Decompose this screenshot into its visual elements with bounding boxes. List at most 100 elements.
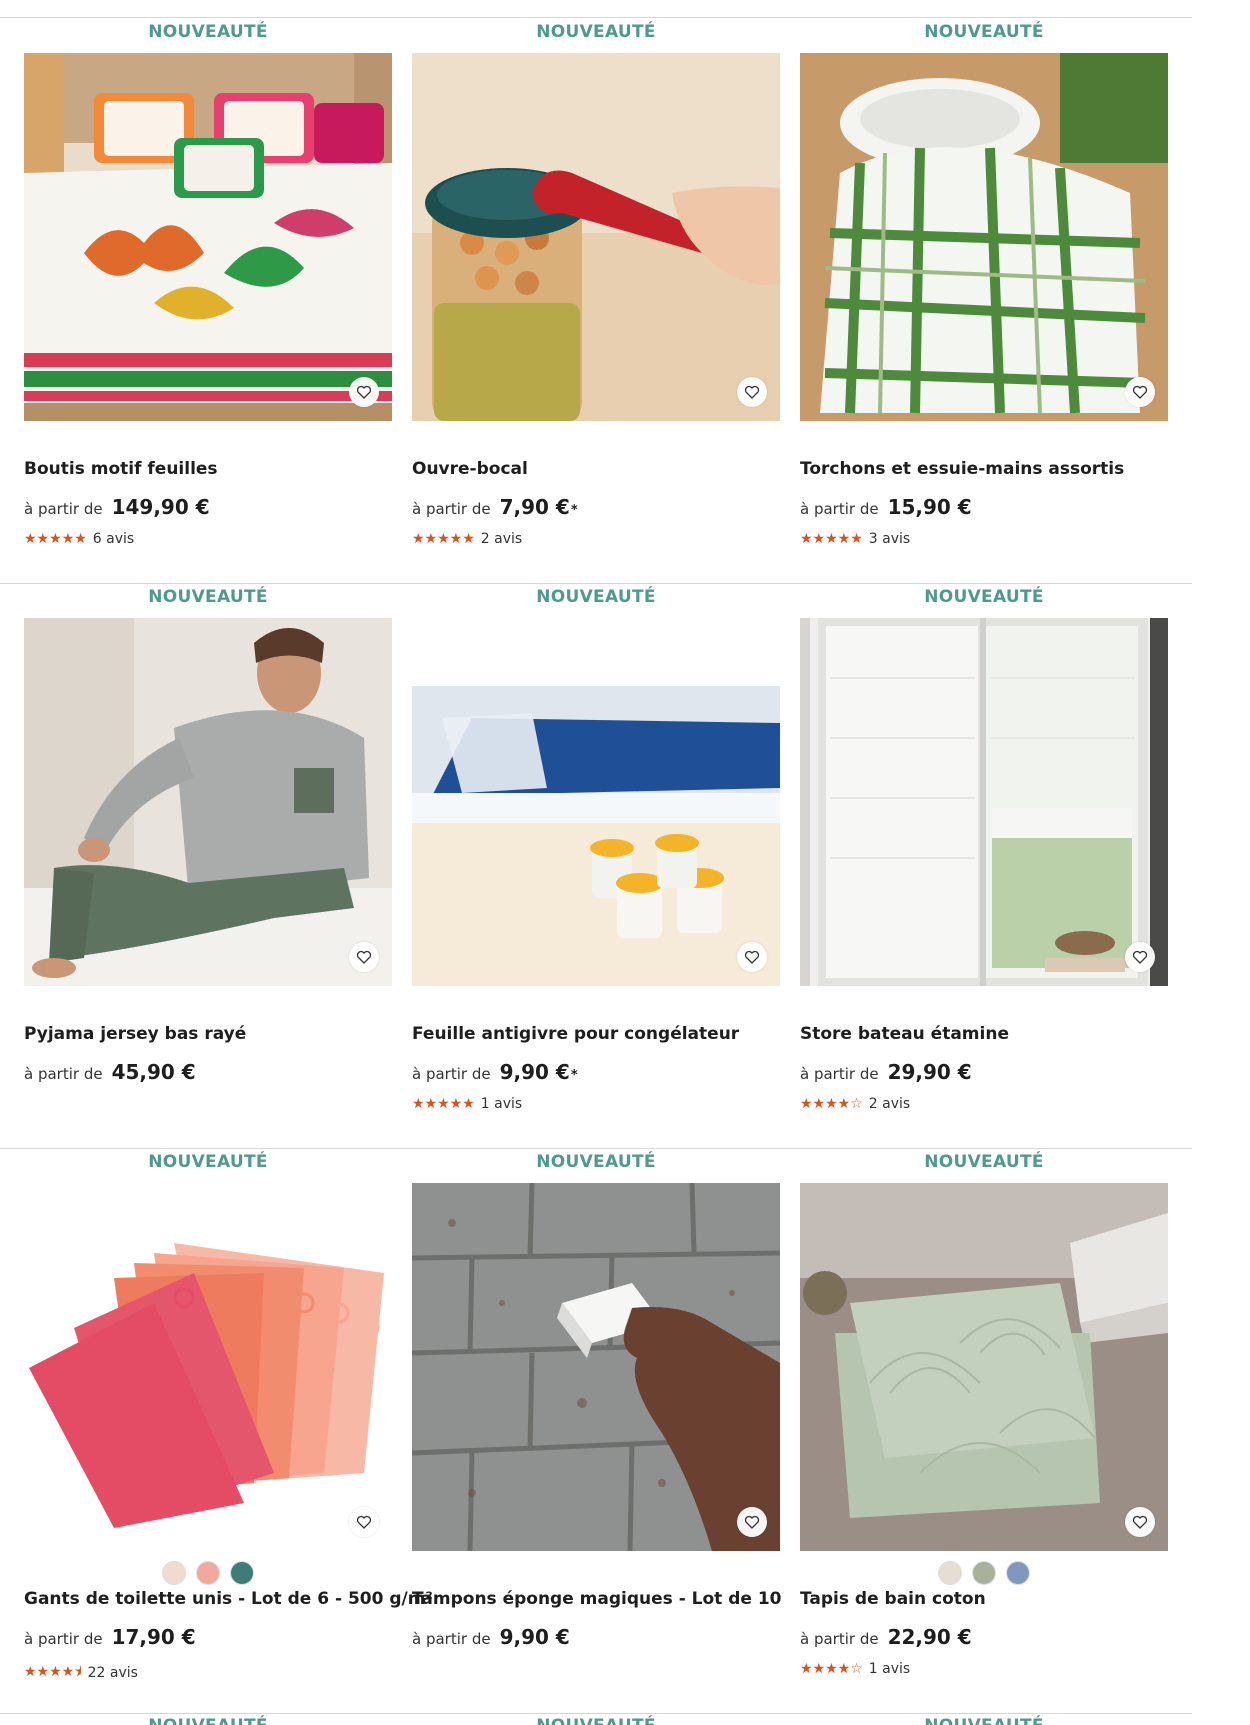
rating[interactable]: ★★★★★ 6 avis: [24, 531, 134, 547]
heart-icon: [356, 1515, 372, 1529]
rating-stars: ★★★★☆: [800, 1661, 863, 1677]
product-image[interactable]: [412, 1183, 780, 1551]
product-title[interactable]: Tapis de bain coton: [800, 1589, 986, 1609]
new-badge: NOUVEAUTÉ: [536, 587, 656, 607]
rating[interactable]: ★★★★★ 1 avis: [412, 1096, 522, 1112]
product-title[interactable]: Ouvre-bocal: [412, 459, 528, 479]
new-badge: NOUVEAUTÉ: [148, 587, 268, 607]
review-count: 2 avis: [480, 531, 523, 547]
heart-icon: [744, 385, 760, 399]
from-label: à partir de: [800, 500, 879, 518]
price: 149,90 €: [111, 495, 210, 519]
product-image[interactable]: [412, 618, 780, 986]
new-badge: NOUVEAUTÉ: [412, 1715, 780, 1725]
price-row: à partir de 17,90 €: [24, 1625, 196, 1649]
rating[interactable]: ★★★★☆ 2 avis: [800, 1096, 910, 1112]
jar-opener-photo: [412, 53, 780, 421]
row-divider: [0, 1148, 1192, 1149]
rating[interactable]: ★★★★⯨ 22 avis: [24, 1661, 138, 1685]
product-image[interactable]: [24, 1183, 392, 1551]
product-image[interactable]: [800, 1183, 1168, 1551]
favorite-button[interactable]: [349, 1507, 379, 1537]
price-row: à partir de 9,90 €: [412, 1625, 570, 1649]
tea-towels-photo: [800, 53, 1168, 421]
rating-stars: ★★★★★: [800, 531, 863, 547]
product-title[interactable]: Tampons éponge magiques - Lot de 10: [412, 1589, 782, 1609]
favorite-button[interactable]: [349, 942, 379, 972]
product-image[interactable]: [412, 53, 780, 421]
from-label: à partir de: [24, 500, 103, 518]
rating[interactable]: ★★★★★ 3 avis: [800, 531, 910, 547]
product-title[interactable]: Store bateau étamine: [800, 1024, 1009, 1044]
favorite-button[interactable]: [1125, 377, 1155, 407]
price: 17,90 €: [111, 1625, 196, 1649]
price: 9,90 €: [499, 1625, 570, 1649]
product-title[interactable]: Gants de toilette unis - Lot de 6 - 500 …: [24, 1589, 433, 1609]
rating-stars: ★★★★★: [24, 531, 87, 547]
product-title[interactable]: Boutis motif feuilles: [24, 459, 218, 479]
row-divider: [0, 17, 1192, 18]
product-image[interactable]: [800, 618, 1168, 986]
rating-stars: ★★★★⯨: [24, 1664, 82, 1680]
favorite-button[interactable]: [1125, 1507, 1155, 1537]
review-count: 6 avis: [92, 531, 135, 547]
price-row: à partir de 149,90 €: [24, 495, 211, 519]
new-badge: NOUVEAUTÉ: [536, 1152, 656, 1172]
rating[interactable]: ★★★★★ 2 avis: [412, 531, 522, 547]
heart-icon: [744, 950, 760, 964]
price-asterisk: *: [570, 1068, 578, 1083]
from-label: à partir de: [800, 1065, 879, 1083]
from-label: à partir de: [412, 1065, 491, 1083]
color-swatch[interactable]: [197, 1562, 219, 1584]
new-badge: NOUVEAUTÉ: [924, 1152, 1044, 1172]
price-row: à partir de 45,90 €: [24, 1060, 196, 1084]
rating-stars: ★★★★☆: [800, 1096, 863, 1112]
color-swatch[interactable]: [973, 1562, 995, 1584]
favorite-button[interactable]: [737, 942, 767, 972]
bath-mat-photo: [800, 1183, 1168, 1551]
product-title[interactable]: Pyjama jersey bas rayé: [24, 1024, 246, 1044]
from-label: à partir de: [412, 500, 491, 518]
heart-icon: [1132, 950, 1148, 964]
review-count: 1 avis: [480, 1096, 523, 1112]
price: 7,90 €: [499, 495, 570, 519]
color-swatch[interactable]: [231, 1562, 253, 1584]
new-badge: NOUVEAUTÉ: [924, 22, 1044, 42]
bedspread-photo: [24, 53, 392, 421]
favorite-button[interactable]: [737, 1507, 767, 1537]
from-label: à partir de: [412, 1630, 491, 1648]
roman-blind-photo: [800, 618, 1168, 986]
price: 15,90 €: [887, 495, 972, 519]
from-label: à partir de: [24, 1065, 103, 1083]
product-title[interactable]: Torchons et essuie-mains assortis: [800, 459, 1124, 479]
price: 22,90 €: [887, 1625, 972, 1649]
price-row: à partir de 22,90 €: [800, 1625, 972, 1649]
pyjama-photo: [24, 618, 392, 986]
review-count: 2 avis: [868, 1096, 911, 1112]
product-image[interactable]: [800, 53, 1168, 421]
new-badge: NOUVEAUTÉ: [800, 1715, 1168, 1725]
favorite-button[interactable]: [737, 377, 767, 407]
color-swatch[interactable]: [939, 1562, 961, 1584]
review-count: 22 avis: [87, 1665, 138, 1681]
heart-icon: [356, 385, 372, 399]
product-title[interactable]: Feuille antigivre pour congélateur: [412, 1024, 739, 1044]
heart-icon: [1132, 385, 1148, 399]
favorite-button[interactable]: [1125, 942, 1155, 972]
color-swatches: [800, 1562, 1168, 1584]
row-divider: [0, 583, 1192, 584]
magic-sponge-photo: [412, 1183, 780, 1551]
price: 9,90 €: [499, 1060, 570, 1084]
from-label: à partir de: [800, 1630, 879, 1648]
product-image[interactable]: [24, 53, 392, 421]
favorite-button[interactable]: [349, 377, 379, 407]
product-image[interactable]: [24, 618, 392, 986]
price-row: à partir de 7,90 € *: [412, 495, 578, 519]
color-swatch[interactable]: [1007, 1562, 1029, 1584]
price-row: à partir de 9,90 € *: [412, 1060, 578, 1084]
review-count: 1 avis: [868, 1661, 911, 1677]
color-swatch[interactable]: [163, 1562, 185, 1584]
rating[interactable]: ★★★★☆ 1 avis: [800, 1661, 910, 1677]
product-grid: NOUVEAUTÉ Boutis motif feuilles à partir…: [0, 0, 1250, 1725]
heart-icon: [744, 1515, 760, 1529]
